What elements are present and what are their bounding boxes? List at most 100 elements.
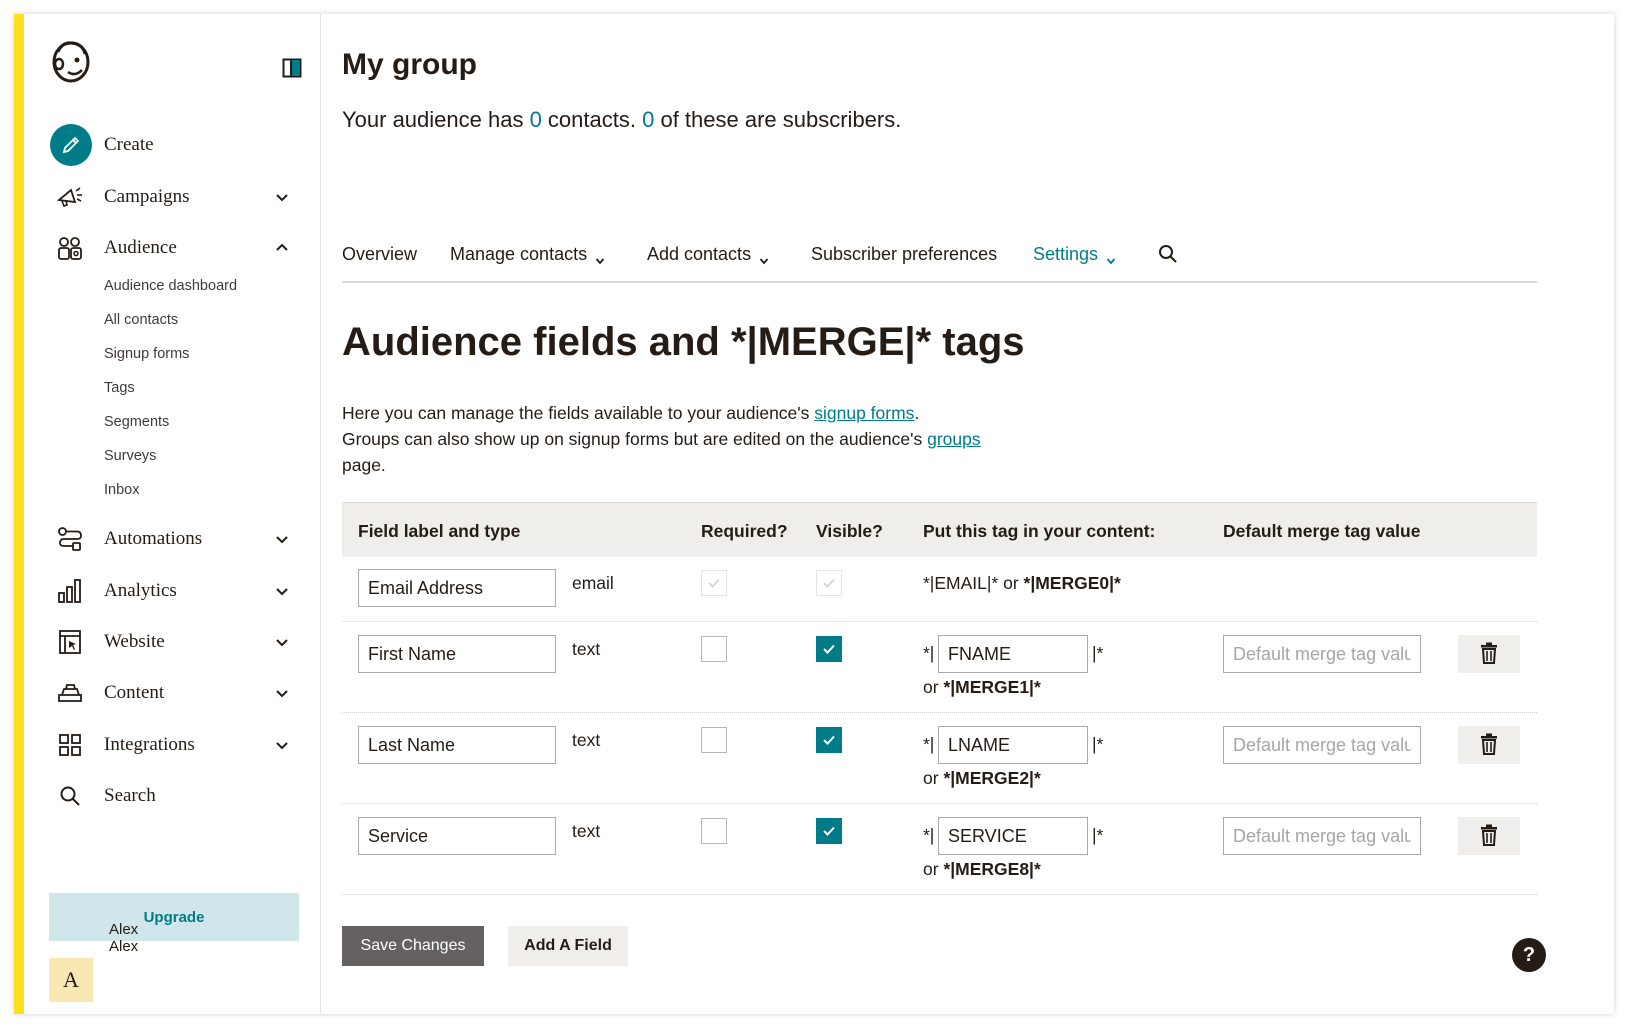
user-name[interactable]: Alex [109,921,138,938]
merge-tag-or: or [923,768,944,788]
column-header-field: Field label and type [358,521,521,541]
sidebar-item-segments[interactable]: Segments [104,414,169,430]
visible-checkbox[interactable] [816,636,842,662]
field-type: text [572,730,601,750]
audience-tabs: Overview Manage contacts Add contacts Su… [342,244,1537,283]
sidebar-item-signup-forms[interactable]: Signup forms [104,346,189,362]
website-icon [56,628,84,656]
required-checkbox[interactable] [701,727,727,753]
desc-text: Groups can also show up on signup forms … [342,429,928,449]
contacts-count: 0 [529,107,542,132]
signup-forms-link[interactable]: signup forms [814,403,914,423]
field-type: text [572,639,601,659]
add-field-button[interactable]: Add A Field [508,926,628,966]
search-icon[interactable] [1158,244,1178,264]
section-title: Audience fields and *|MERGE|* tags [342,320,1025,364]
sidebar-collapse-icon[interactable] [282,58,302,78]
sidebar-item-all-contacts[interactable]: All contacts [104,312,178,328]
delete-field-button[interactable] [1458,817,1520,855]
tag-prefix: *| [923,825,935,845]
nav-create-label: Create [104,134,154,155]
visible-checkbox[interactable] [816,727,842,753]
section-description: Here you can manage the fields available… [342,400,1042,478]
merge-tag-text: *|EMAIL|* or *|MERGE0|* [923,573,1121,594]
groups-link[interactable]: groups [927,429,981,449]
required-checkbox [701,570,727,596]
sidebar-item-inbox[interactable]: Inbox [104,482,139,498]
merge-tag-alt: *|MERGE1|* [943,677,1041,697]
required-checkbox[interactable] [701,636,727,662]
merge-tag-alt-text: or *|MERGE8|* [923,859,1041,880]
nav-content[interactable]: Content [24,671,321,715]
merge-tag-input[interactable] [938,635,1088,673]
field-type: email [572,573,614,593]
tab-add-contacts[interactable]: Add contacts [647,244,769,265]
column-header-default: Default merge tag value [1223,521,1421,541]
chevron-down-icon [274,685,290,701]
avatar[interactable]: A [49,958,93,1002]
nav-integrations[interactable]: Integrations [24,723,321,767]
field-label-input[interactable] [358,726,556,764]
sidebar-item-surveys[interactable]: Surveys [104,448,156,464]
nav-search[interactable]: Search [24,774,321,818]
subscribers-count: 0 [642,107,655,132]
nav-content-label: Content [104,682,165,703]
chevron-down-icon [274,737,290,753]
merge-tag-alt-text: or *|MERGE1|* [923,677,1041,698]
chevron-down-icon [595,250,605,264]
tab-overview[interactable]: Overview [342,244,417,265]
app-window: Create Campaigns Audience Audience dashb… [14,14,1614,1014]
table-row: email *|EMAIL|* or *|MERGE0|* [342,557,1537,622]
nav-analytics[interactable]: Analytics [24,569,321,613]
default-value-input[interactable] [1223,817,1421,855]
chevron-down-icon [274,634,290,650]
account-name: Alex [109,938,139,955]
tab-subscriber-preferences[interactable]: Subscriber preferences [811,244,997,265]
nav-campaigns[interactable]: Campaigns [24,175,321,219]
upgrade-button[interactable]: Upgrade [49,893,299,941]
default-value-input[interactable] [1223,635,1421,673]
visible-checkbox[interactable] [816,818,842,844]
tab-label: Manage contacts [450,244,588,264]
delete-field-button[interactable] [1458,635,1520,673]
required-checkbox[interactable] [701,818,727,844]
freddie-logo-icon[interactable] [50,38,92,84]
pencil-icon [50,124,92,166]
field-type: text [572,821,601,841]
tab-settings[interactable]: Settings [1033,244,1116,265]
field-label-input[interactable] [358,635,556,673]
desc-text: Here you can manage the fields available… [342,403,815,423]
nav-create[interactable]: Create [24,123,321,167]
merge-tag-input[interactable] [938,726,1088,764]
nav-integrations-label: Integrations [104,734,195,755]
sidebar-item-tags[interactable]: Tags [104,380,135,396]
help-button[interactable]: ? [1512,938,1546,972]
nav-campaigns-label: Campaigns [104,186,190,207]
save-changes-button[interactable]: Save Changes [342,926,484,966]
merge-tag-plain: *|EMAIL|* or [923,573,1024,593]
trash-icon [1480,642,1498,667]
field-label-input[interactable] [358,817,556,855]
delete-field-button[interactable] [1458,726,1520,764]
merge-tag-input[interactable] [938,817,1088,855]
field-label-input[interactable] [358,569,556,607]
tag-suffix: |* [1092,643,1104,663]
nav-audience-label: Audience [104,237,177,258]
grid-icon [56,731,84,759]
page-title: My group [342,48,477,81]
nav-automations[interactable]: Automations [24,517,321,561]
sidebar-item-audience-dashboard[interactable]: Audience dashboard [104,278,237,294]
bar-chart-icon [56,577,84,605]
tab-manage-contacts[interactable]: Manage contacts [450,244,605,265]
table-row: text *| |* or *|MERGE1|* [342,622,1537,713]
main-content: My group Your audience has 0 contacts. 0… [322,14,1614,1014]
merge-tag-alt: *|MERGE2|* [943,768,1041,788]
tab-label: Settings [1033,244,1099,264]
nav-audience[interactable]: Audience [24,226,321,270]
megaphone-icon [56,183,84,211]
default-value-input[interactable] [1223,726,1421,764]
tag-suffix: |* [1092,825,1104,845]
nav-website[interactable]: Website [24,620,321,664]
desc-text: page. [342,455,386,475]
search-icon [56,782,84,810]
